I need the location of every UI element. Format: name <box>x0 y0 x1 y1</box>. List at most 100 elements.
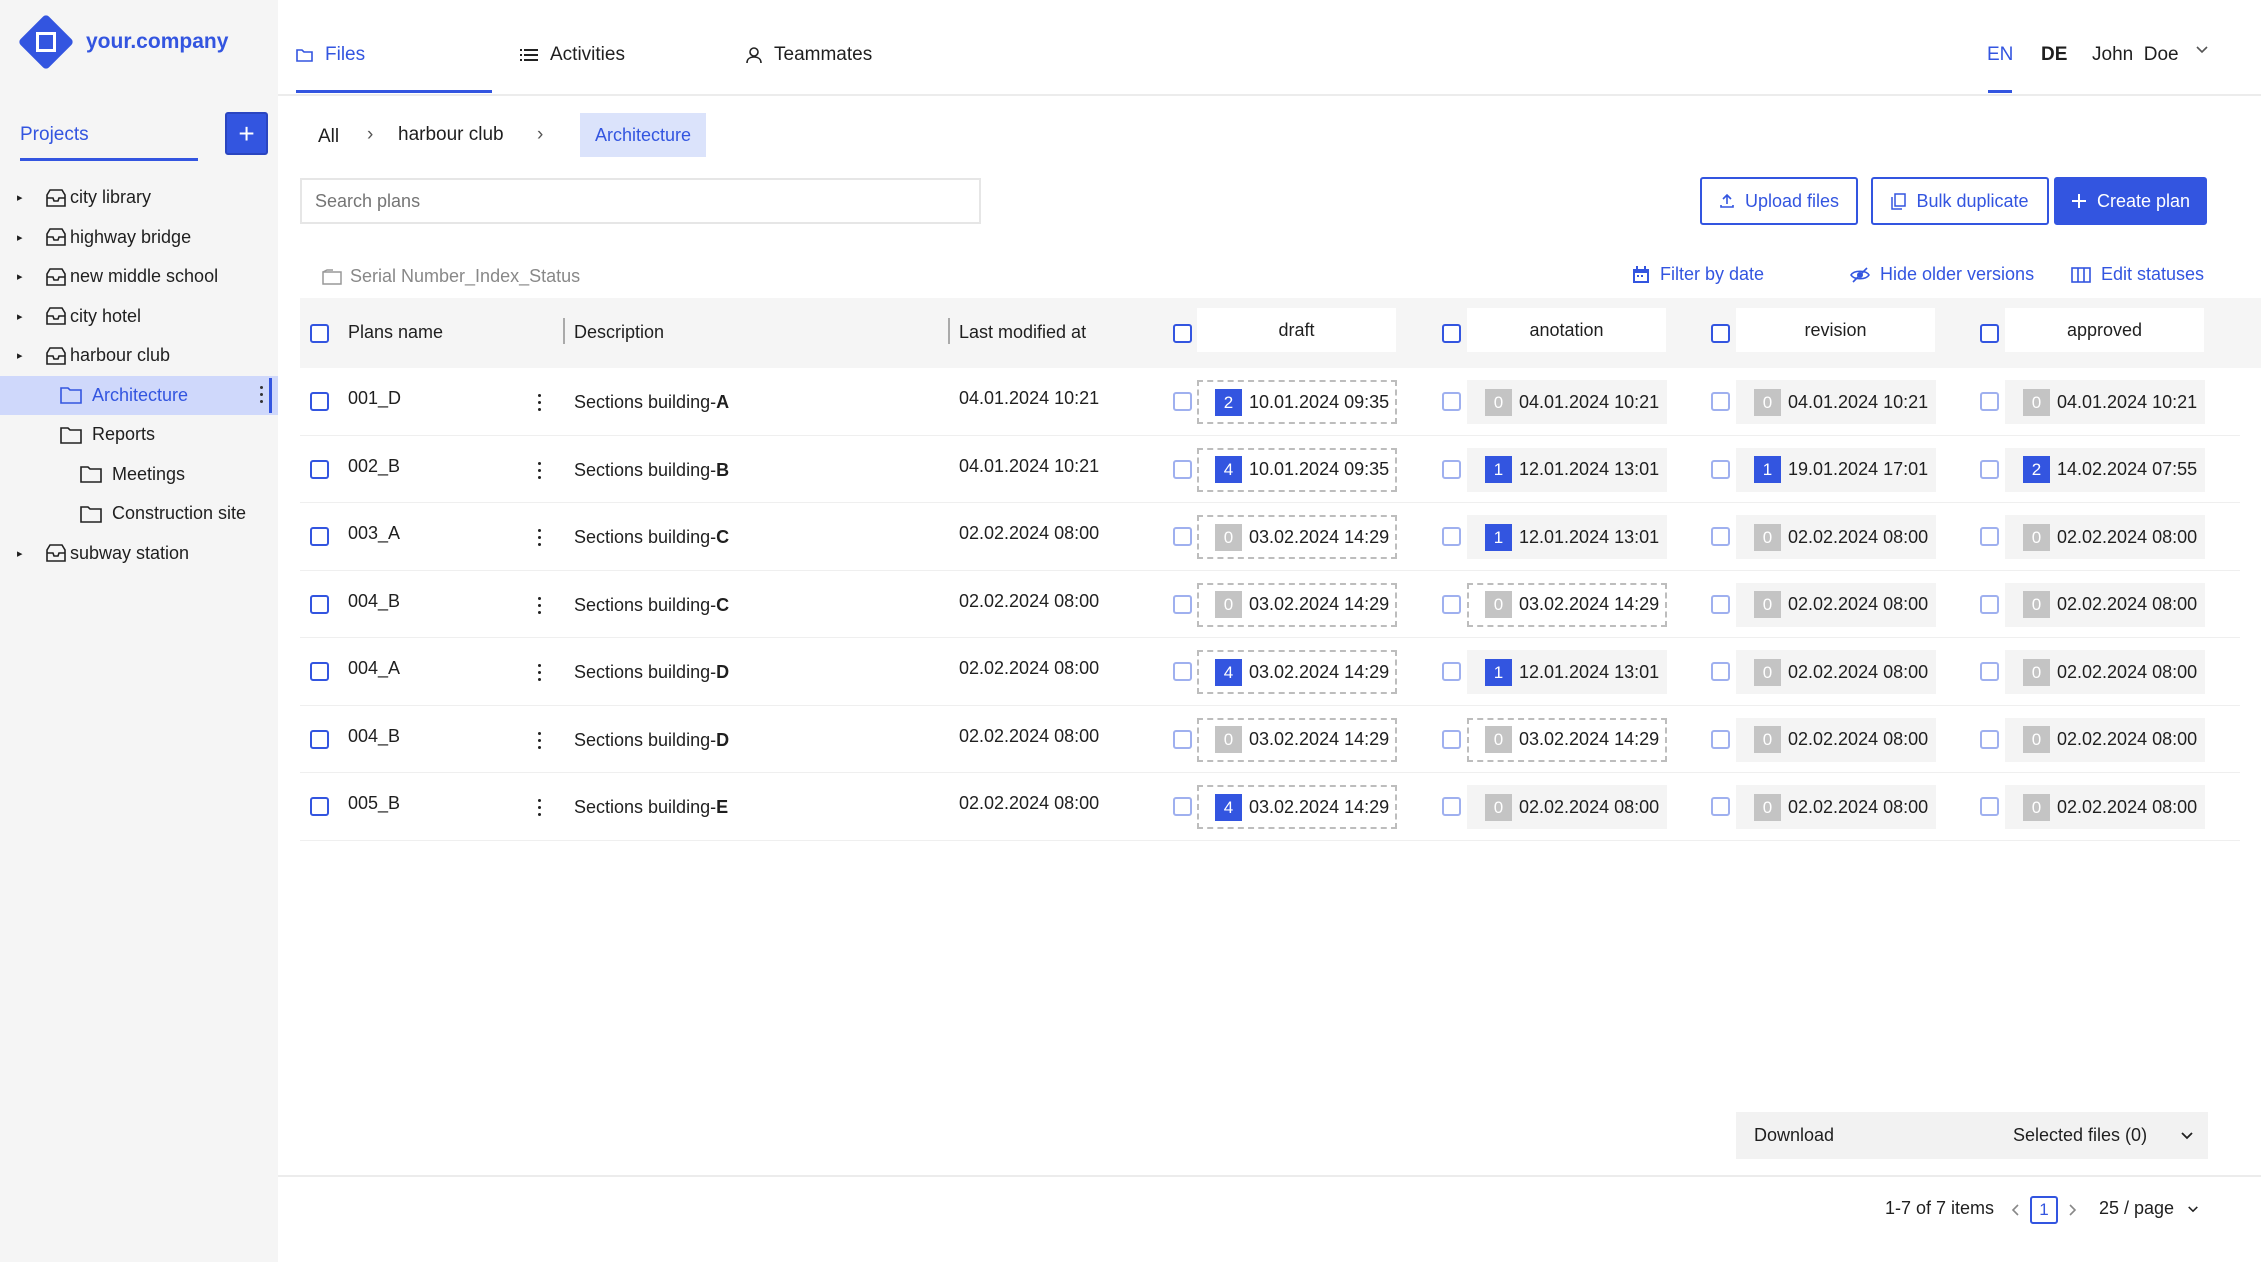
status-draft-header[interactable]: draft <box>1197 308 1396 352</box>
row-menu-icon[interactable] <box>538 799 542 820</box>
sidebar-item[interactable]: ▸ city hotel <box>0 297 278 337</box>
download-bar[interactable]: Download Selected files (0) <box>1736 1112 2208 1159</box>
plan-name[interactable]: 001_D <box>348 388 401 409</box>
status-cell-checkbox[interactable] <box>1711 459 1730 479</box>
status-revision-cell[interactable]: 0 02.02.2024 08:00 <box>1736 582 1936 627</box>
status-anotation-cell[interactable]: 1 12.01.2024 13:01 <box>1467 515 1667 559</box>
create-plan-button[interactable]: Create plan <box>2054 177 2207 225</box>
plan-name[interactable]: 004_B <box>348 591 400 612</box>
status-cell-checkbox[interactable] <box>1711 729 1730 749</box>
status-cell-checkbox[interactable] <box>1980 729 1999 749</box>
status-cell-checkbox[interactable] <box>1711 527 1730 546</box>
status-cell-checkbox[interactable] <box>1442 662 1461 681</box>
status-cell-checkbox[interactable] <box>1711 797 1730 816</box>
tab-teammates[interactable]: Teammates <box>746 44 872 66</box>
status-draft-cell[interactable]: 4 03.02.2024 14:29 <box>1197 785 1397 829</box>
status-cell-checkbox[interactable] <box>1173 392 1192 411</box>
status-anotation-header[interactable]: anotation <box>1467 308 1666 352</box>
status-revision-cell[interactable]: 1 19.01.2024 17:01 <box>1736 447 1936 492</box>
status-approved-checkbox[interactable] <box>1980 324 1999 343</box>
status-cell-checkbox[interactable] <box>1711 392 1730 411</box>
logo[interactable]: your.company <box>18 14 228 70</box>
caret-right-icon[interactable]: ▸ <box>17 270 23 283</box>
status-revision-cell[interactable]: 0 04.01.2024 10:21 <box>1736 380 1936 424</box>
status-revision-cell[interactable]: 0 02.02.2024 08:00 <box>1736 785 1936 829</box>
chevron-down-icon[interactable] <box>2180 1131 2194 1141</box>
status-cell-checkbox[interactable] <box>1980 527 1999 546</box>
table-row[interactable]: 004_B Sections building-C 02.02.2024 08:00… <box>300 571 2240 638</box>
status-revision-cell[interactable]: 0 02.02.2024 08:00 <box>1736 717 1936 762</box>
language-en[interactable]: EN <box>1987 44 2013 66</box>
status-cell-checkbox[interactable] <box>1442 459 1461 479</box>
status-draft-cell[interactable]: 2 10.01.2024 09:35 <box>1197 380 1397 424</box>
edit-statuses-button[interactable]: Edit statuses <box>2071 264 2204 285</box>
select-all-checkbox[interactable] <box>310 324 329 343</box>
status-cell-checkbox[interactable] <box>1980 459 1999 479</box>
status-draft-cell[interactable]: 0 03.02.2024 14:29 <box>1197 582 1397 627</box>
table-row[interactable]: 001_D Sections building-A 04.01.2024 10:21… <box>300 368 2240 436</box>
tab-activities[interactable]: Activities <box>520 44 625 66</box>
status-cell-checkbox[interactable] <box>1980 797 1999 816</box>
status-anotation-cell[interactable]: 1 12.01.2024 13:01 <box>1467 650 1667 694</box>
status-revision-cell[interactable]: 0 02.02.2024 08:00 <box>1736 650 1936 694</box>
status-approved-cell[interactable]: 0 02.02.2024 08:00 <box>2005 717 2205 762</box>
row-checkbox[interactable] <box>310 662 329 681</box>
row-menu-icon[interactable] <box>538 596 542 618</box>
status-cell-checkbox[interactable] <box>1442 797 1461 816</box>
breadcrumb-all[interactable]: All <box>318 126 339 148</box>
add-project-button[interactable]: + <box>225 112 268 155</box>
breadcrumb-project[interactable]: harbour club <box>398 124 504 146</box>
status-approved-header[interactable]: approved <box>2005 308 2204 352</box>
caret-right-icon[interactable]: ▸ <box>17 547 23 560</box>
status-anotation-cell[interactable]: 1 12.01.2024 13:01 <box>1467 447 1667 492</box>
status-draft-checkbox[interactable] <box>1173 324 1192 343</box>
status-revision-cell[interactable]: 0 02.02.2024 08:00 <box>1736 515 1936 559</box>
language-de[interactable]: DE <box>2041 44 2067 66</box>
status-revision-checkbox[interactable] <box>1711 324 1730 343</box>
status-cell-checkbox[interactable] <box>1173 594 1192 614</box>
status-approved-cell[interactable]: 0 02.02.2024 08:00 <box>2005 650 2205 694</box>
sidebar-item[interactable]: Construction site <box>0 494 278 534</box>
status-anotation-checkbox[interactable] <box>1442 324 1461 343</box>
sidebar-item[interactable]: ▸ city library <box>0 178 278 218</box>
tab-files[interactable]: Files <box>296 44 365 66</box>
chevron-down-icon[interactable] <box>2195 45 2209 55</box>
page-size-select[interactable]: 25 / page <box>2099 1198 2199 1219</box>
bulk-duplicate-button[interactable]: Bulk duplicate <box>1871 177 2049 225</box>
column-last-modified[interactable]: Last modified at <box>959 322 1086 343</box>
status-cell-checkbox[interactable] <box>1173 797 1192 816</box>
status-cell-checkbox[interactable] <box>1442 392 1461 411</box>
current-page[interactable]: 1 <box>2030 1196 2058 1224</box>
caret-right-icon[interactable]: ▸ <box>17 349 23 362</box>
table-row[interactable]: 004_A Sections building-D 02.02.2024 08:00… <box>300 638 2240 706</box>
plan-name[interactable]: 003_A <box>348 523 400 544</box>
row-checkbox[interactable] <box>310 729 329 749</box>
status-anotation-cell[interactable]: 0 04.01.2024 10:21 <box>1467 380 1667 424</box>
plan-name[interactable]: 002_B <box>348 456 400 477</box>
status-approved-cell[interactable]: 0 04.01.2024 10:21 <box>2005 380 2205 424</box>
sidebar-item[interactable]: ▸ subway station <box>0 534 278 574</box>
plan-name[interactable]: 004_A <box>348 658 400 679</box>
row-menu-icon[interactable] <box>538 731 542 753</box>
sidebar-item[interactable]: Reports <box>0 415 278 455</box>
row-menu-icon[interactable] <box>538 394 542 415</box>
upload-files-button[interactable]: Upload files <box>1700 177 1858 225</box>
status-draft-cell[interactable]: 0 03.02.2024 14:29 <box>1197 515 1397 559</box>
search-input[interactable] <box>300 178 981 224</box>
sidebar-item[interactable]: Architecture <box>0 375 278 415</box>
status-draft-cell[interactable]: 4 10.01.2024 09:35 <box>1197 447 1397 492</box>
status-cell-checkbox[interactable] <box>1980 594 1999 614</box>
row-menu-icon[interactable] <box>538 461 542 483</box>
status-cell-checkbox[interactable] <box>1173 662 1192 681</box>
status-approved-cell[interactable]: 0 02.02.2024 08:00 <box>2005 515 2205 559</box>
status-anotation-cell[interactable]: 0 03.02.2024 14:29 <box>1467 717 1667 762</box>
status-anotation-cell[interactable]: 0 03.02.2024 14:29 <box>1467 582 1667 627</box>
sidebar-item[interactable]: ▸ highway bridge <box>0 218 278 258</box>
status-cell-checkbox[interactable] <box>1173 729 1192 749</box>
sidebar-item[interactable]: ▸ harbour club <box>0 336 278 376</box>
status-cell-checkbox[interactable] <box>1173 459 1192 479</box>
status-revision-header[interactable]: revision <box>1736 308 1935 352</box>
status-cell-checkbox[interactable] <box>1980 662 1999 681</box>
caret-right-icon[interactable]: ▸ <box>17 191 23 204</box>
status-approved-cell[interactable]: 0 02.02.2024 08:00 <box>2005 785 2205 829</box>
